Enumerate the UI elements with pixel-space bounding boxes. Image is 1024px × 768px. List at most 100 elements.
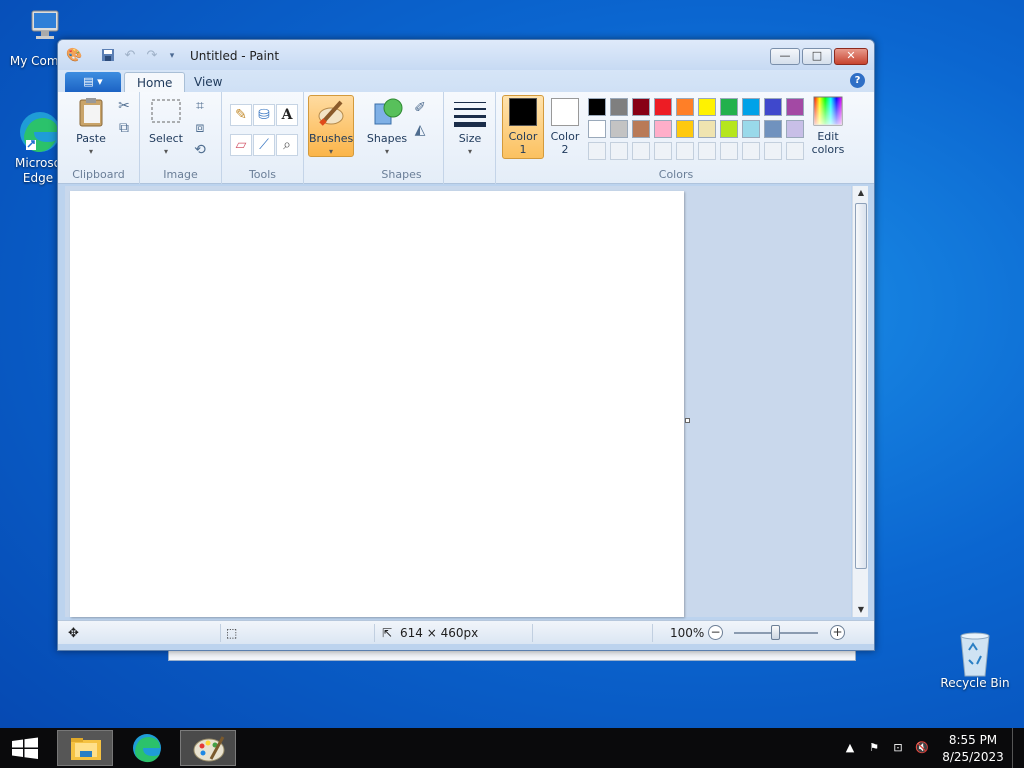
- palette-swatch[interactable]: [676, 120, 694, 138]
- app-menu-button[interactable]: ▤ ▾: [65, 72, 121, 92]
- edit-colors-button[interactable]: Edit colors: [806, 96, 850, 156]
- copy-icon[interactable]: ⧉: [114, 118, 134, 138]
- fill-icon[interactable]: ◭: [410, 120, 430, 140]
- tab-view[interactable]: View: [182, 72, 234, 93]
- edit-colors-icon: [813, 96, 843, 126]
- palette-swatch[interactable]: [610, 98, 628, 116]
- title-bar[interactable]: 🎨 ↶ ↷ ▾ Untitled - Paint — □ ✕: [58, 40, 874, 70]
- scrollbar-thumb[interactable]: [855, 203, 867, 569]
- text-icon[interactable]: A: [276, 104, 298, 126]
- palette-swatch[interactable]: [764, 98, 782, 116]
- palette-swatch[interactable]: [654, 98, 672, 116]
- pencil-icon[interactable]: ✎: [230, 104, 252, 126]
- color2-swatch: [551, 98, 579, 126]
- palette-swatch-empty[interactable]: [698, 142, 716, 160]
- magnifier-icon[interactable]: ⌕: [276, 134, 298, 156]
- paint-palette-icon: [193, 736, 225, 762]
- size-button[interactable]: Size ▾: [448, 96, 492, 158]
- tab-home[interactable]: Home: [124, 72, 186, 93]
- palette-swatch[interactable]: [720, 98, 738, 116]
- image-size-text: 614 × 460px: [400, 626, 479, 640]
- palette-swatch[interactable]: [610, 120, 628, 138]
- zoom-in-button[interactable]: +: [830, 625, 845, 640]
- palette-swatch-empty[interactable]: [786, 142, 804, 160]
- cut-icon[interactable]: ✂: [114, 96, 134, 116]
- undo-icon[interactable]: ↶: [122, 48, 138, 64]
- color1-button[interactable]: Color 1: [502, 95, 544, 159]
- palette-swatch[interactable]: [654, 120, 672, 138]
- fill-bucket-icon[interactable]: ⛁: [253, 104, 275, 126]
- palette-swatch[interactable]: [698, 120, 716, 138]
- windows-logo-icon: [12, 737, 38, 759]
- eraser-icon[interactable]: ▱: [230, 134, 252, 156]
- palette-swatch-empty[interactable]: [654, 142, 672, 160]
- color-picker-icon[interactable]: ⟋: [253, 134, 275, 156]
- start-button[interactable]: [0, 728, 50, 768]
- palette-swatch[interactable]: [720, 120, 738, 138]
- palette-swatch[interactable]: [786, 120, 804, 138]
- palette-swatch-empty[interactable]: [676, 142, 694, 160]
- zoom-out-button[interactable]: −: [708, 625, 723, 640]
- palette-swatch-empty[interactable]: [764, 142, 782, 160]
- action-center-flag-icon[interactable]: ⚑: [866, 741, 882, 755]
- palette-swatch[interactable]: [742, 98, 760, 116]
- paint-app-icon[interactable]: 🎨: [66, 48, 82, 64]
- taskbar-paint[interactable]: [180, 730, 236, 766]
- scroll-up-icon[interactable]: ▲: [853, 188, 869, 197]
- show-hidden-icons-chevron-icon[interactable]: ▲: [842, 741, 858, 755]
- select-button[interactable]: Select ▾: [146, 96, 186, 158]
- network-icon[interactable]: ⊡: [890, 741, 906, 755]
- group-clipboard: Paste ▾ ✂ ⧉ Clipboard: [58, 92, 140, 184]
- chevron-down-icon: ▾: [384, 147, 389, 156]
- show-desktop-button[interactable]: [1012, 728, 1024, 768]
- redo-icon[interactable]: ↷: [144, 48, 160, 64]
- minimize-button[interactable]: —: [770, 48, 800, 65]
- shapes-button[interactable]: Shapes ▾: [364, 96, 410, 158]
- palette-swatch[interactable]: [588, 120, 606, 138]
- outline-icon[interactable]: ✐: [410, 98, 430, 118]
- paint-window[interactable]: 🎨 ↶ ↷ ▾ Untitled - Paint — □ ✕ ▤ ▾ Home …: [57, 39, 875, 651]
- taskbar-file-explorer[interactable]: [57, 730, 113, 766]
- palette-swatch[interactable]: [588, 98, 606, 116]
- palette-swatch[interactable]: [764, 120, 782, 138]
- palette-swatch[interactable]: [632, 120, 650, 138]
- group-label-image: Image: [163, 168, 198, 181]
- rotate-icon[interactable]: ⟲: [190, 140, 210, 160]
- palette-swatch[interactable]: [742, 120, 760, 138]
- taskbar-edge[interactable]: [119, 730, 175, 766]
- clock-date[interactable]: 8/25/2023: [932, 750, 1014, 764]
- palette-swatch[interactable]: [632, 98, 650, 116]
- palette-swatch-empty[interactable]: [610, 142, 628, 160]
- vertical-scrollbar[interactable]: ▲ ▼: [852, 186, 868, 617]
- clock-time[interactable]: 8:55 PM: [932, 733, 1014, 747]
- save-icon[interactable]: [100, 48, 116, 64]
- paste-button[interactable]: Paste ▾: [68, 96, 114, 158]
- image-size-icon: ⇱: [382, 626, 393, 640]
- palette-swatch-empty[interactable]: [588, 142, 606, 160]
- edge-icon: [133, 734, 161, 763]
- recycle-bin-icon: [953, 630, 997, 677]
- color2-button[interactable]: Color 2: [546, 96, 584, 156]
- volume-muted-icon[interactable]: 🔇: [914, 741, 930, 755]
- brushes-button[interactable]: Brushes ▾: [308, 95, 354, 157]
- resize-icon[interactable]: ⧈: [190, 118, 210, 138]
- palette-swatch[interactable]: [698, 98, 716, 116]
- color1-label: Color 1: [508, 130, 538, 156]
- status-bar: ✥ ⬚ ⇱ 614 × 460px 100% − +: [58, 620, 874, 644]
- drawing-canvas[interactable]: [70, 191, 684, 617]
- desktop-icon-recycle-bin[interactable]: Recycle Bin: [937, 630, 1013, 691]
- maximize-button[interactable]: □: [802, 48, 832, 65]
- crop-icon[interactable]: ⌗: [190, 96, 210, 116]
- paste-label: Paste: [76, 132, 106, 145]
- palette-swatch-empty[interactable]: [720, 142, 738, 160]
- canvas-resize-handle[interactable]: [685, 418, 690, 423]
- scroll-down-icon[interactable]: ▼: [853, 605, 869, 614]
- help-icon[interactable]: ?: [850, 73, 865, 88]
- palette-swatch[interactable]: [786, 98, 804, 116]
- palette-swatch-empty[interactable]: [742, 142, 760, 160]
- palette-swatch[interactable]: [676, 98, 694, 116]
- close-button[interactable]: ✕: [834, 48, 868, 65]
- palette-swatch-empty[interactable]: [632, 142, 650, 160]
- customize-chevron-icon[interactable]: ▾: [164, 48, 180, 64]
- zoom-slider-thumb[interactable]: [771, 625, 780, 640]
